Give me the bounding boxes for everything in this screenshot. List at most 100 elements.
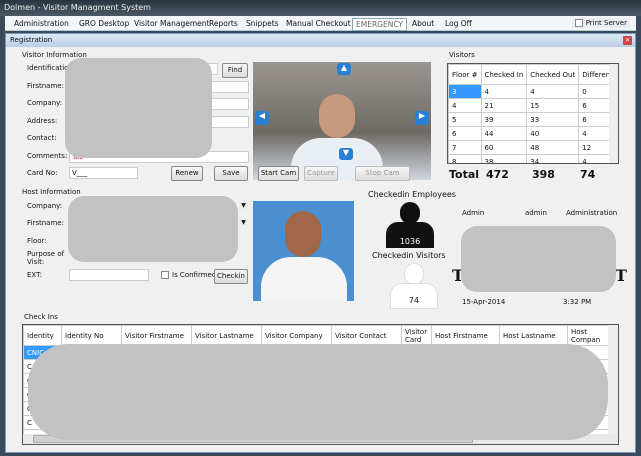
person-face (319, 94, 355, 138)
arrow-up-icon[interactable]: ▲ (337, 63, 351, 75)
host-firstname-label: Firstname: (27, 219, 64, 227)
stop-cam-button[interactable]: Stop Cam (355, 166, 410, 181)
table-cell[interactable]: 4 (480, 84, 528, 99)
column-header[interactable]: Visitor Firstname (121, 325, 192, 346)
window-title: Dolmen - Visitor Managment System (4, 3, 151, 12)
table-cell[interactable]: 40 (526, 126, 580, 141)
user-department: Administration (566, 209, 618, 217)
start-cam-button[interactable]: Start Cam (258, 166, 299, 181)
checkbox-icon (574, 19, 583, 27)
vertical-scrollbar[interactable] (609, 64, 618, 163)
table-row[interactable]: 8 38 34 4 (448, 154, 618, 163)
table-cell[interactable]: 33 (526, 112, 580, 127)
table-cell[interactable]: 4 (526, 84, 580, 99)
table-cell[interactable]: 39 (480, 112, 528, 127)
total-checked-in: 472 (486, 168, 509, 181)
renew-button[interactable]: Renew (171, 166, 203, 181)
firstname-dropdown-arrow-icon[interactable]: ▼ (239, 217, 248, 229)
column-header[interactable]: Identity (23, 325, 62, 346)
contact-label: Contact: (27, 134, 57, 142)
table-cell[interactable]: 34 (526, 154, 580, 163)
table-cell[interactable]: 6 (448, 126, 482, 141)
host-photo (253, 201, 354, 301)
menu-administration[interactable]: Administration (11, 18, 72, 29)
table-cell[interactable]: 44 (480, 126, 528, 141)
table-cell[interactable]: 15 (526, 98, 580, 113)
table-row[interactable]: 6 44 40 4 (448, 126, 618, 141)
menu-emergency[interactable]: EMERGENCY (352, 18, 408, 31)
checkedin-employees-label: Checkedin Employees (368, 190, 456, 199)
visitors-title: Visitors (449, 51, 475, 59)
is-confirmed-checkbox[interactable]: Is Confirmed (161, 271, 216, 279)
floor-label: Floor: (27, 237, 47, 245)
menu-log-off[interactable]: Log Off (442, 18, 475, 29)
total-difference: 74 (580, 168, 596, 181)
menu-visitor-management[interactable]: Visitor Management (131, 18, 212, 29)
company-label: Company: (27, 99, 63, 107)
vertical-scrollbar[interactable] (608, 325, 618, 434)
table-row[interactable]: 5 39 33 6 (448, 112, 618, 127)
column-header[interactable]: Identity No (61, 325, 122, 346)
column-header[interactable]: Visitor Company (261, 325, 332, 346)
ext-label: EXT: (27, 271, 42, 279)
column-header[interactable]: Floor # (448, 64, 482, 85)
table-cell[interactable]: 5 (448, 112, 482, 127)
checkin-button[interactable]: Checkin (214, 269, 248, 284)
table-row[interactable]: 3440 (448, 84, 618, 99)
print-server-label: Print Server (585, 19, 627, 27)
current-time: 3:32 PM (563, 298, 592, 306)
column-header[interactable]: Host Lastname (499, 325, 568, 346)
table-cell[interactable]: 21 (480, 98, 528, 113)
company-dropdown-arrow-icon[interactable]: ▼ (239, 200, 248, 212)
menu-bar: Administration GRO Desktop Visitor Manag… (5, 16, 636, 31)
arrow-left-icon[interactable]: ◀ (255, 111, 269, 125)
close-icon[interactable]: × (623, 36, 632, 45)
user-id: admin (525, 209, 547, 217)
column-header[interactable]: Visitor Card (401, 325, 432, 346)
menu-gro-desktop[interactable]: GRO Desktop (76, 18, 132, 29)
firstname-label: Firstname: (27, 82, 64, 90)
table-cell[interactable]: 60 (480, 140, 528, 155)
host-shirt (261, 257, 347, 301)
checkbox-icon (161, 271, 169, 279)
redacted-region (65, 58, 212, 158)
column-header[interactable]: Visitor Contact (331, 325, 402, 346)
column-header[interactable]: Checked Out (526, 64, 580, 85)
column-header[interactable]: Visitor Lastname (191, 325, 262, 346)
visitors-table: Floor # Checked In Checked Out Difference 3 4… (447, 63, 619, 164)
table-cell[interactable]: 38 (480, 154, 528, 163)
visitors-count: 74 (408, 296, 420, 305)
find-button[interactable]: Find (222, 63, 248, 78)
table-cell[interactable]: 3 (448, 84, 482, 99)
current-date: 15-Apr-2014 (462, 298, 506, 306)
table-row[interactable]: 7 60 48 12 (448, 140, 618, 155)
menu-snippets[interactable]: Snippets (243, 18, 282, 29)
registration-window: Registration × Visitor Information Ident… (5, 33, 636, 453)
table-cell[interactable]: 48 (526, 140, 580, 155)
employees-count: 1036 (399, 237, 421, 246)
menu-manual-checkout[interactable]: Manual Checkout (283, 18, 354, 29)
table-cell[interactable]: 7 (448, 140, 482, 155)
capture-button[interactable]: Capture (304, 166, 338, 181)
column-header[interactable]: Host Firstname (431, 325, 500, 346)
ext-input[interactable] (69, 269, 149, 281)
registration-title: Registration (10, 36, 53, 44)
column-header[interactable]: Host Compan (567, 325, 609, 346)
card-no-input[interactable]: V___ (69, 167, 138, 179)
print-server-checkbox[interactable]: Print Server (571, 18, 630, 28)
save-button[interactable]: Save (214, 166, 248, 181)
webcam-view: ▲ ◀ ▶ ▼ (253, 62, 431, 180)
arrow-right-icon[interactable]: ▶ (415, 111, 429, 125)
column-header[interactable]: Checked In (480, 64, 528, 85)
total-checked-out: 398 (532, 168, 555, 181)
table-cell[interactable]: 8 (448, 154, 482, 163)
menu-about[interactable]: About (409, 18, 437, 29)
table-row[interactable]: 4 21 15 6 (448, 98, 618, 113)
table-cell[interactable]: 4 (448, 98, 482, 113)
is-confirmed-label: Is Confirmed (172, 271, 217, 279)
check-ins-title: Check Ins (24, 313, 58, 321)
total-label: Total (449, 168, 480, 181)
redacted-region (28, 344, 608, 440)
arrow-down-icon[interactable]: ▼ (339, 148, 353, 160)
menu-reports[interactable]: Reports (206, 18, 241, 29)
